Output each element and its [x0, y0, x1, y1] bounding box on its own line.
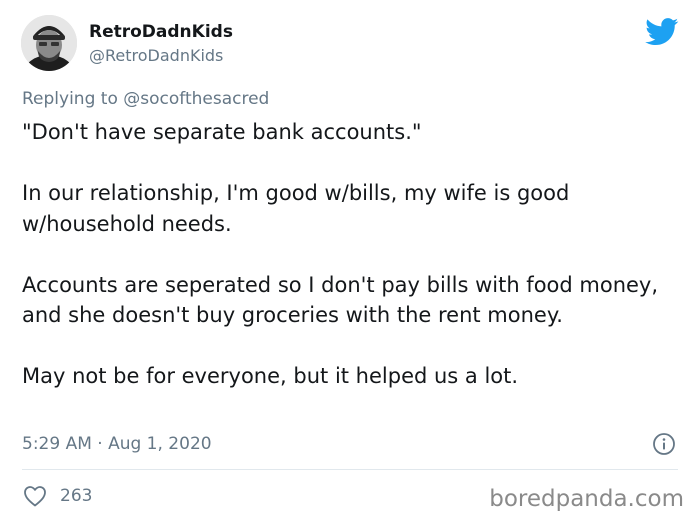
- tweet-paragraph: In our relationship, I'm good w/bills, m…: [22, 181, 570, 236]
- info-icon[interactable]: [652, 432, 676, 456]
- avatar[interactable]: [21, 15, 77, 71]
- tweet-timestamp-link[interactable]: 5:29 AM · Aug 1, 2020: [22, 432, 212, 456]
- tweet-paragraph: May not be for everyone, but it helped u…: [22, 364, 519, 388]
- reply-mention-link[interactable]: @socofthesacred: [123, 89, 269, 109]
- user-handle[interactable]: @RetroDadnKids: [89, 45, 223, 67]
- heart-icon[interactable]: [23, 485, 47, 507]
- reply-prefix: Replying to: [22, 89, 118, 109]
- avatar-image: [21, 15, 77, 71]
- like-count[interactable]: 263: [60, 484, 92, 508]
- watermark: boredpanda.com: [489, 486, 684, 512]
- reply-context: Replying to @socofthesacred: [22, 87, 269, 111]
- divider: [22, 469, 678, 470]
- twitter-bird-icon[interactable]: [645, 18, 679, 46]
- tweet-paragraph: "Don't have separate bank accounts.": [22, 120, 422, 144]
- tweet-paragraph: Accounts are seperated so I don't pay bi…: [22, 272, 659, 328]
- display-name[interactable]: RetroDadnKids: [89, 21, 233, 43]
- tweet-text: "Don't have separate bank accounts." In …: [22, 117, 672, 392]
